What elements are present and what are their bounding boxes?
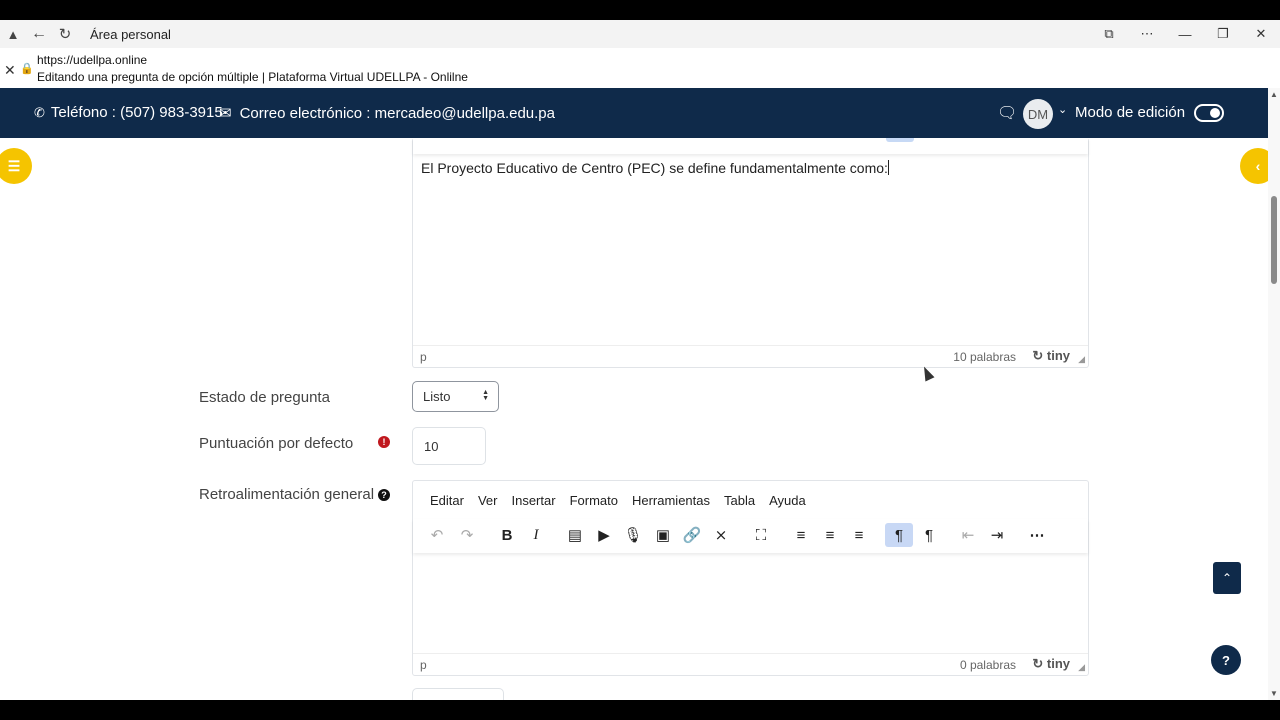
element-path[interactable]: p: [420, 350, 427, 364]
outdent-icon[interactable]: ⇤: [954, 523, 982, 547]
editor-statusbar: p 0 palabras ↻ tiny ◢: [413, 653, 1088, 675]
active-tool-indicator: [886, 138, 914, 142]
menu-insertar[interactable]: Insertar: [511, 493, 555, 508]
menu-herramientas[interactable]: Herramientas: [632, 493, 710, 508]
word-count[interactable]: 10 palabras: [953, 350, 1016, 364]
site-header: ✆ Teléfono : (507) 983-3915 ✉ Correo ele…: [0, 88, 1268, 138]
redo-icon[interactable]: ↷: [453, 523, 481, 547]
address-bar: ✕ 🔒 https://udellpa.online Editando una …: [0, 48, 1280, 88]
editor-toolbar: ↶ ↷ B I ▤ ▶ 🎙 ▣ 🔗 ⨯ ⛶ ≡ ≡ ≡ ¶ ¶ ⇤ ⇥ ⋯: [413, 519, 1088, 553]
question-text: El Proyecto Educativo de Centro (PEC) se…: [421, 160, 888, 176]
image-icon[interactable]: ▤: [561, 523, 589, 547]
chevron-down-icon[interactable]: ⌄: [1058, 103, 1067, 116]
menu-ver[interactable]: Ver: [478, 493, 498, 508]
select-arrows-icon: ▲ ▼: [482, 389, 489, 402]
editor-menubar: Editar Ver Insertar Formato Herramientas…: [413, 481, 1088, 519]
tiny-brand-text: tiny: [1046, 656, 1070, 671]
open-course-index-button[interactable]: ☰: [0, 148, 32, 184]
phone-contact: ✆ Teléfono : (507) 983-3915: [34, 104, 223, 121]
browser-window: ▲ ← ↻ Área personal ⧉ ⋯ — ❐ ✕ ✕ 🔒 https:…: [0, 20, 1280, 700]
list-icon: ☰: [7, 157, 21, 174]
chevron-left-icon: ‹: [1255, 158, 1261, 174]
window-title: Área personal: [90, 26, 171, 42]
rtl-direction-icon[interactable]: ¶: [915, 523, 943, 547]
back-to-top-button[interactable]: ⌃: [1213, 562, 1241, 594]
align-center-icon[interactable]: ≡: [816, 523, 844, 547]
cast-icon[interactable]: ⧉: [1090, 26, 1128, 42]
undo-icon[interactable]: ↶: [423, 523, 451, 547]
phone-icon: ✆: [34, 104, 45, 120]
puntuacion-label: Puntuación por defecto: [199, 435, 354, 452]
email-text[interactable]: Correo electrónico : mercadeo@udellpa.ed…: [240, 105, 555, 122]
tiny-logo[interactable]: ↻ tiny: [1032, 656, 1070, 672]
edit-mode-label: Modo de edición: [1075, 104, 1186, 121]
editor-statusbar: p 10 palabras ↻ tiny ◢: [413, 345, 1088, 367]
reload-icon[interactable]: ↻: [56, 25, 74, 43]
question-text-editor[interactable]: El Proyecto Educativo de Centro (PEC) se…: [412, 138, 1089, 368]
close-window-button[interactable]: ✕: [1242, 26, 1280, 42]
email-contact[interactable]: ✉ Correo electrónico : mercadeo@udellpa.…: [219, 104, 555, 123]
resize-handle-icon[interactable]: ◢: [1078, 354, 1085, 365]
retro-label: Retroalimentación general: [199, 486, 375, 503]
help-icon[interactable]: ?: [378, 489, 390, 501]
feedback-editor[interactable]: Editar Ver Insertar Formato Herramientas…: [412, 480, 1089, 676]
maximize-button[interactable]: ❐: [1204, 26, 1242, 42]
scroll-up-icon[interactable]: ▲: [1270, 90, 1278, 99]
minimize-button[interactable]: —: [1166, 27, 1204, 42]
estado-label: Estado de pregunta: [199, 389, 330, 406]
indent-icon[interactable]: ⇥: [983, 523, 1011, 547]
back-arrow-icon[interactable]: ←: [30, 25, 48, 43]
phone-text: Teléfono : (507) 983-3915: [50, 104, 223, 121]
toolbar-edge: [413, 138, 1088, 154]
puntuacion-input[interactable]: 10: [412, 427, 486, 465]
editor-content[interactable]: El Proyecto Educativo de Centro (PEC) se…: [421, 160, 889, 176]
next-field-partial[interactable]: [412, 688, 504, 700]
edit-mode-toggle[interactable]: [1194, 104, 1224, 122]
toggle-knob: [1210, 108, 1220, 118]
help-button[interactable]: ?: [1211, 645, 1241, 675]
more-options-icon[interactable]: ⋯: [1128, 26, 1166, 42]
estado-selected-value: Listo: [423, 389, 451, 404]
align-right-icon[interactable]: ≡: [845, 523, 873, 547]
bold-icon[interactable]: B: [493, 523, 521, 547]
tiny-brand-text: tiny: [1046, 348, 1070, 363]
scroll-down-icon[interactable]: ▼: [1270, 689, 1278, 698]
page-title: Editando una pregunta de opción múltiple…: [37, 70, 468, 84]
messages-icon[interactable]: 🗨: [997, 103, 1017, 123]
browser-titlebar: ▲ ← ↻ Área personal ⧉ ⋯ — ❐ ✕: [0, 20, 1280, 48]
required-icon: !: [378, 436, 390, 448]
menu-ayuda[interactable]: Ayuda: [769, 493, 806, 508]
italic-icon[interactable]: I: [522, 523, 550, 547]
element-path[interactable]: p: [420, 658, 427, 672]
menu-tabla[interactable]: Tabla: [724, 493, 755, 508]
unlink-icon[interactable]: ⨯: [707, 523, 735, 547]
more-tools-icon[interactable]: ⋯: [1023, 523, 1051, 547]
avatar[interactable]: DM: [1023, 99, 1053, 129]
link-icon[interactable]: 🔗: [678, 523, 706, 547]
video-camera-icon[interactable]: ▣: [649, 523, 677, 547]
fullscreen-icon[interactable]: ⛶: [747, 523, 775, 547]
text-cursor: [887, 160, 889, 175]
resize-handle-icon[interactable]: ◢: [1078, 662, 1085, 673]
page-scrollbar[interactable]: ▲ ▼: [1268, 88, 1280, 700]
chevron-up-icon: ⌃: [1221, 571, 1233, 585]
tiny-logo[interactable]: ↻ tiny: [1032, 348, 1070, 364]
envelope-icon: ✉: [219, 105, 232, 122]
ltr-direction-icon[interactable]: ¶: [885, 523, 913, 547]
align-left-icon[interactable]: ≡: [787, 523, 815, 547]
url-text[interactable]: https://udellpa.online: [37, 53, 147, 67]
window-controls: ⧉ ⋯ — ❐ ✕: [1090, 20, 1280, 48]
media-icon[interactable]: ▶: [590, 523, 618, 547]
menu-editar[interactable]: Editar: [430, 493, 464, 508]
microphone-icon[interactable]: 🎙: [619, 523, 647, 547]
close-popup-icon[interactable]: ✕: [4, 62, 16, 79]
estado-select[interactable]: Listo ▲ ▼: [412, 381, 499, 412]
scrollbar-thumb[interactable]: [1271, 196, 1277, 284]
word-count[interactable]: 0 palabras: [960, 658, 1016, 672]
lock-icon: 🔒: [20, 63, 34, 75]
site-favicon-icon: ▲: [6, 26, 20, 42]
menu-formato[interactable]: Formato: [570, 493, 618, 508]
